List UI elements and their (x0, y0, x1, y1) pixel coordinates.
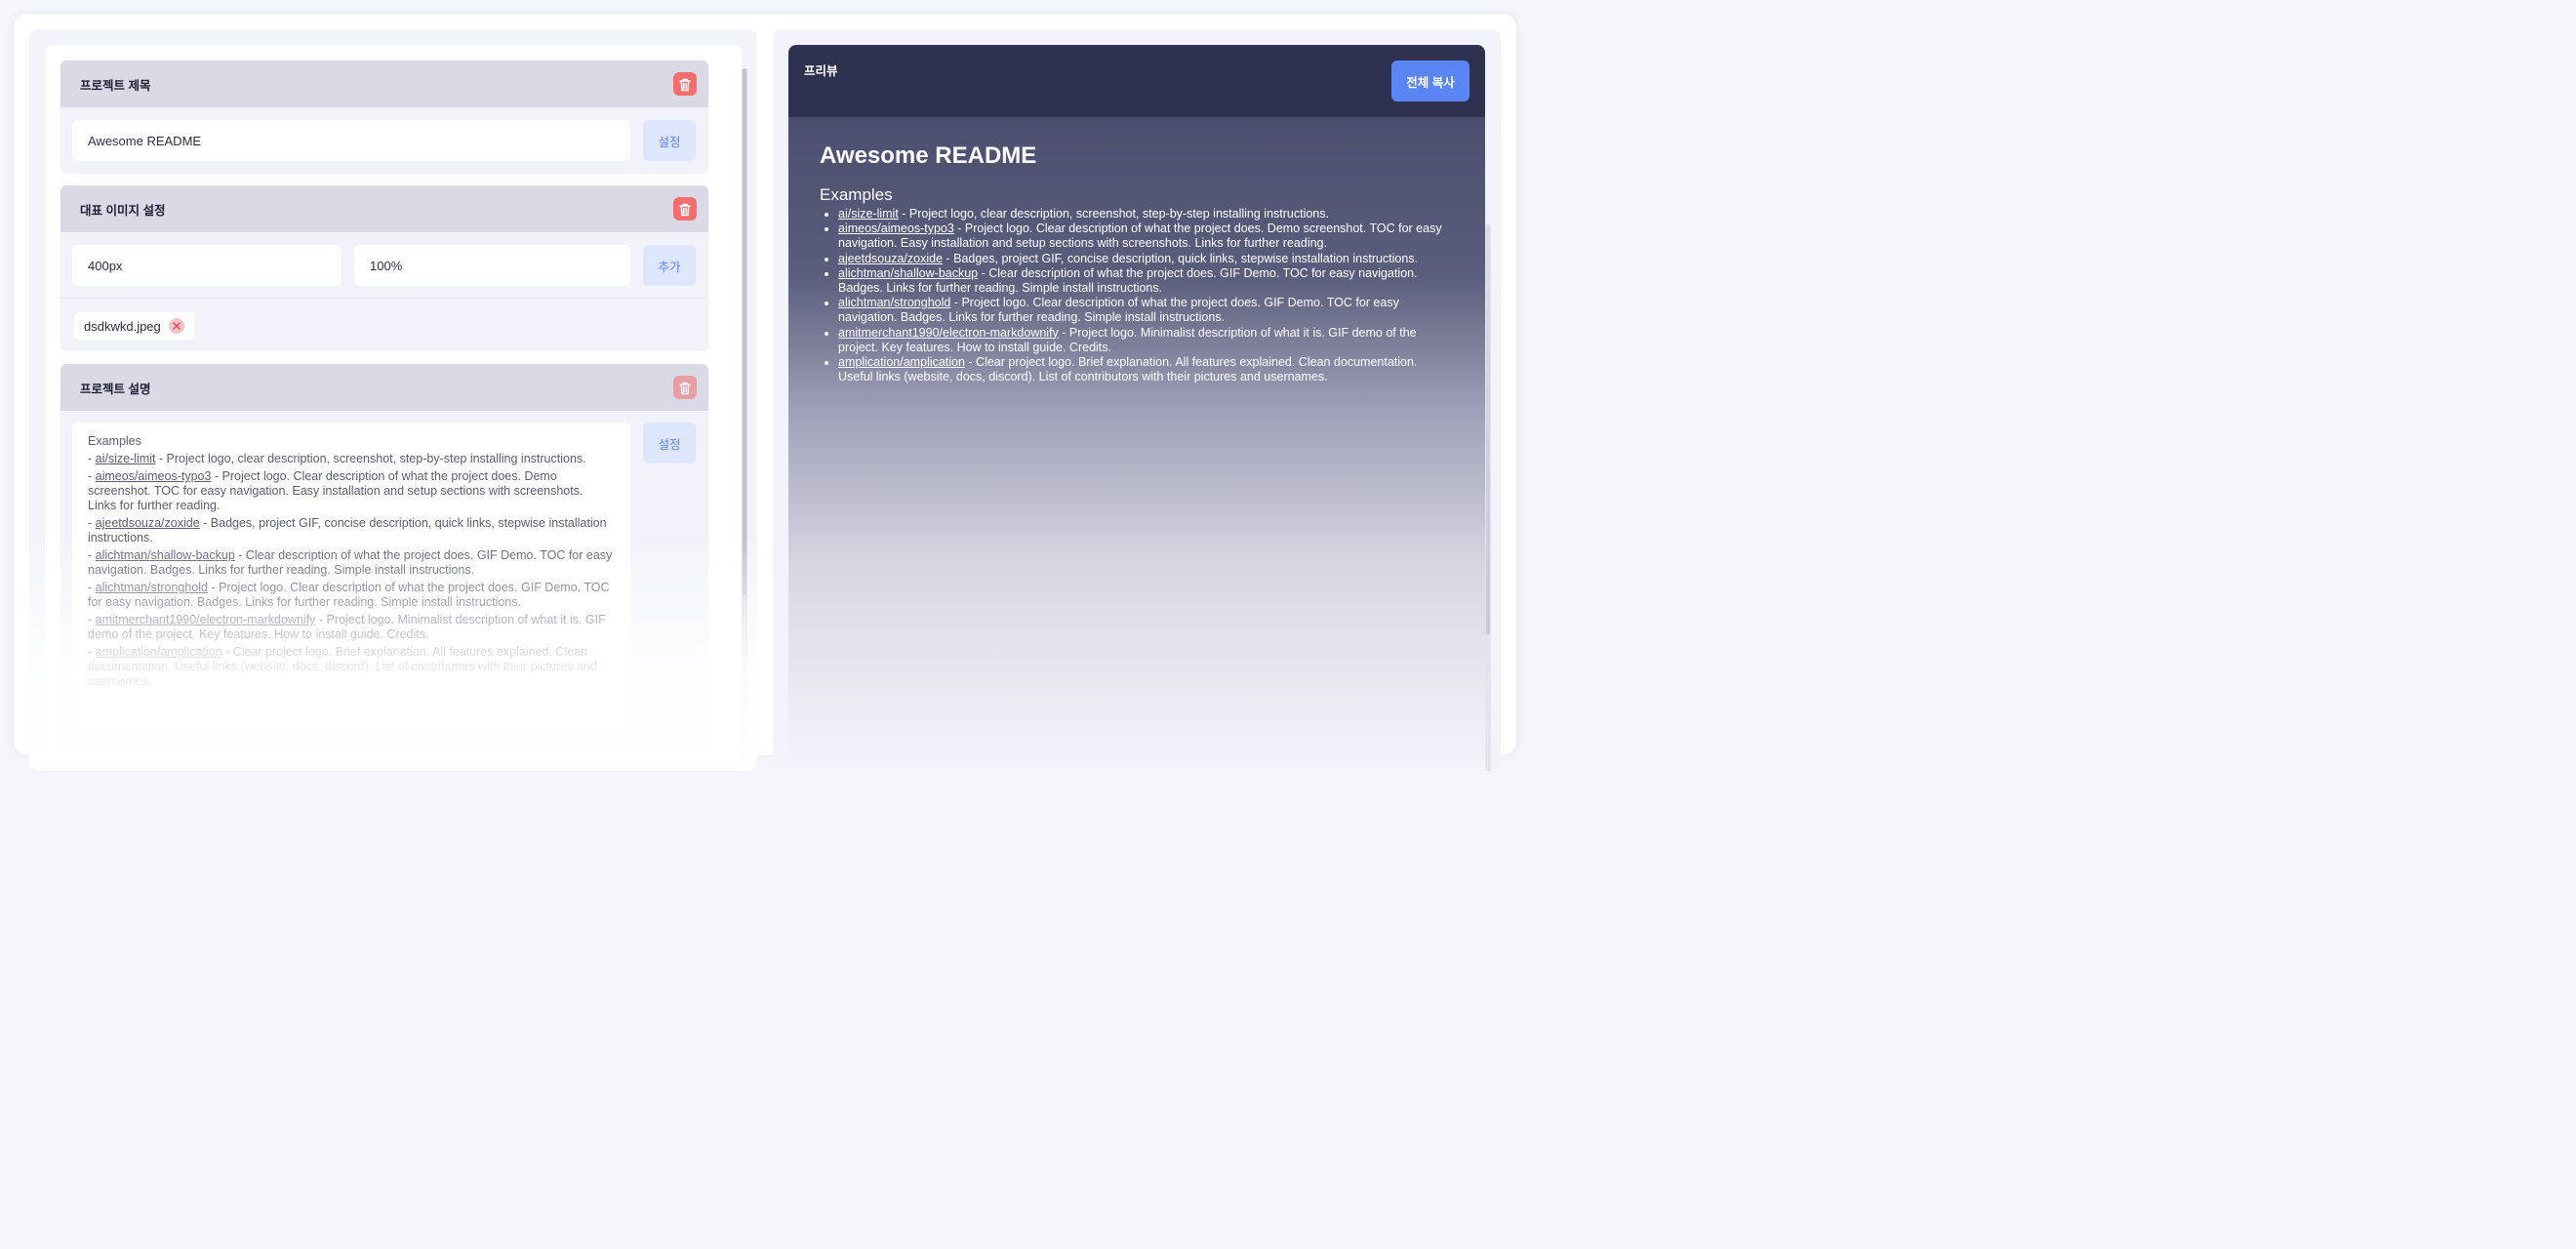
description-line: - aimeos/aimeos-typo3 - Project logo. Cl… (88, 469, 584, 512)
description-line: - ajeetdsouza/zoxide - Badges, project G… (88, 516, 607, 544)
description-line: - alichtman/stronghold - Project logo. C… (88, 581, 610, 609)
description-line: - amplication/amplication - Clear projec… (88, 645, 597, 688)
copy-all-button[interactable]: 전체 복사 (1391, 60, 1469, 101)
section-header: 대표 이미지 설정 (60, 185, 708, 232)
image-width-input[interactable]: 400px (72, 245, 342, 286)
description-text: - Project logo, clear description, scree… (155, 452, 586, 465)
description-line: - ai/size-limit - Project logo, clear de… (88, 452, 586, 465)
description-link: alichtman/stronghold (95, 581, 208, 594)
project-title-input[interactable]: Awesome README (72, 120, 630, 161)
file-chip: dsdkwkd.jpeg (74, 312, 194, 340)
trash-icon (679, 78, 691, 91)
delete-section-button[interactable] (673, 72, 697, 96)
preview-list: ai/size-limit - Project logo, clear desc… (820, 207, 1442, 384)
preview-link[interactable]: amplication/amplication (838, 355, 965, 369)
preview-header: 프리뷰 전체 복사 (788, 45, 1485, 117)
list-item: alichtman/stronghold - Project logo. Cle… (838, 296, 1442, 325)
close-icon (173, 322, 181, 330)
preview-link[interactable]: alichtman/shallow-backup (838, 266, 978, 280)
preview-content: Awesome README Examples ai/size-limit - … (788, 117, 1491, 771)
description-body: Examples - ai/size-limit - Project logo,… (60, 411, 708, 754)
list-item: ajeetdsouza/zoxide - Badges, project GIF… (838, 252, 1442, 266)
section-project-title: 프로젝트 제목 Awesome README 설정 (60, 60, 708, 174)
remove-file-button[interactable] (168, 318, 184, 334)
editor-panel: 프로젝트 제목 Awesome README 설정 대표 이미지 설정 400p… (29, 29, 757, 771)
app-window: 프로젝트 제목 Awesome README 설정 대표 이미지 설정 400p… (14, 14, 1516, 771)
image-percent-input[interactable]: 100% (354, 245, 630, 286)
section-title: 프로젝트 제목 (80, 78, 151, 93)
preview-link[interactable]: amitmerchant1990/electron-markdownify (838, 326, 1059, 340)
section-header: 프로젝트 설명 (60, 364, 708, 411)
list-item: ai/size-limit - Project logo, clear desc… (838, 207, 1442, 222)
add-image-button[interactable]: 추가 (643, 245, 696, 286)
set-title-button[interactable]: 설정 (643, 120, 696, 161)
description-line: - amitmerchant1990/electron-markdownify … (88, 613, 606, 641)
editor-scroll-area: 프로젝트 제목 Awesome README 설정 대표 이미지 설정 400p… (45, 45, 742, 771)
preview-heading: Examples (820, 185, 893, 204)
description-line: - alichtman/shallow-backup - Clear descr… (88, 548, 613, 577)
description-link: ajeetdsouza/zoxide (95, 516, 200, 530)
scrollbar-thumb[interactable] (1486, 224, 1490, 634)
preview-text: - Project logo, clear description, scree… (898, 207, 1329, 221)
preview-panel: 프리뷰 전체 복사 Awesome README Examples ai/siz… (773, 29, 1501, 771)
section-project-description: 프로젝트 설명 Examples - ai/size-limit - Proje… (60, 364, 708, 754)
scrollbar-thumb[interactable] (743, 68, 746, 595)
description-heading: Examples (88, 434, 141, 448)
section-image-settings: 대표 이미지 설정 400px 100% 추가 dsdkwkd.jpeg (60, 185, 708, 351)
list-item: amitmerchant1990/electron-markdownify - … (838, 326, 1442, 355)
preview-title: Awesome README (820, 142, 1037, 169)
preview-scrollbar[interactable] (1485, 224, 1491, 771)
description-link: amitmerchant1990/electron-markdownify (95, 613, 316, 626)
section-title: 프로젝트 설명 (80, 382, 151, 396)
file-chip-row: dsdkwkd.jpeg (60, 299, 708, 351)
set-description-button[interactable]: 설정 (643, 423, 696, 463)
delete-section-button[interactable] (673, 376, 697, 399)
description-link: alichtman/shallow-backup (95, 548, 235, 562)
file-chip-label: dsdkwkd.jpeg (84, 318, 161, 334)
trash-icon (679, 382, 691, 394)
preview-link[interactable]: ai/size-limit (838, 207, 899, 221)
preview-label: 프리뷰 (804, 64, 838, 78)
preview-text: - Badges, project GIF, concise descripti… (943, 251, 1419, 265)
delete-section-button[interactable] (673, 197, 697, 221)
section-title: 대표 이미지 설정 (80, 203, 166, 218)
section-header: 프로젝트 제목 (60, 60, 708, 107)
preview-link[interactable]: ajeetdsouza/zoxide (838, 252, 943, 265)
editor-scrollbar[interactable] (742, 68, 747, 771)
preview-link[interactable]: aimeos/aimeos-typo3 (838, 222, 954, 235)
list-item: alichtman/shallow-backup - Clear descrip… (838, 266, 1442, 296)
description-textarea[interactable]: Examples - ai/size-limit - Project logo,… (72, 423, 630, 735)
description-link: ai/size-limit (95, 452, 156, 465)
list-item: aimeos/aimeos-typo3 - Project logo. Clea… (838, 222, 1442, 251)
list-item: amplication/amplication - Clear project … (838, 355, 1442, 384)
description-link: amplication/amplication (95, 645, 222, 659)
trash-icon (679, 203, 691, 216)
preview-link[interactable]: alichtman/stronghold (838, 296, 950, 309)
description-link: aimeos/aimeos-typo3 (95, 469, 212, 483)
